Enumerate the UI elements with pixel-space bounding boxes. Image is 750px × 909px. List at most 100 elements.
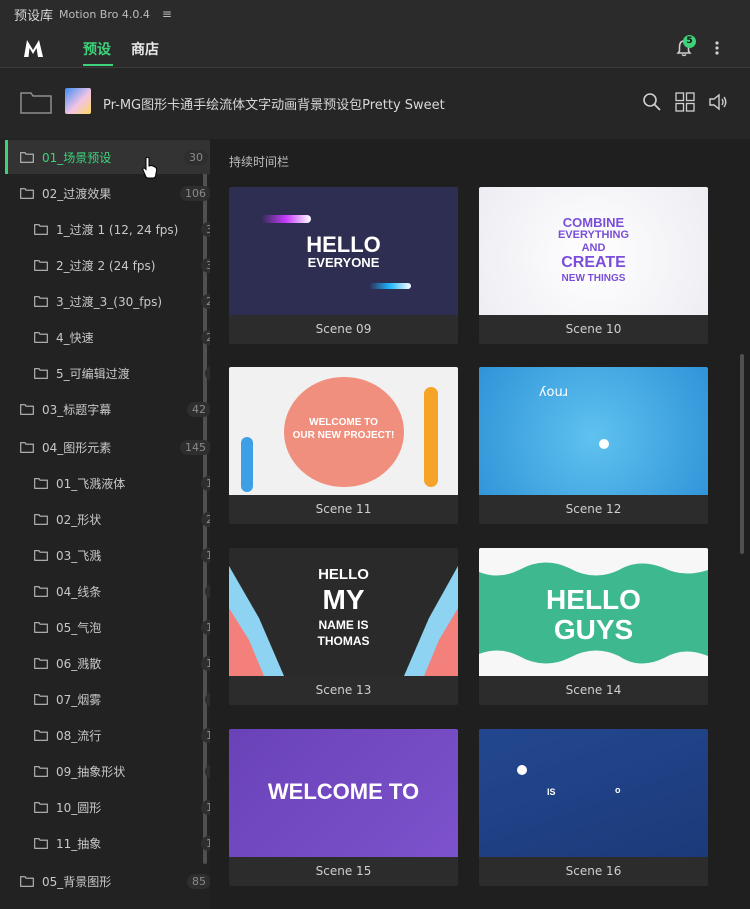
sidebar-item-label: 01_场景预设 xyxy=(42,150,112,165)
tab-store[interactable]: 商店 xyxy=(131,39,159,59)
sidebar-item-label: 06_溅散 xyxy=(56,656,102,671)
sidebar-item-label: 4_快速 xyxy=(56,330,94,345)
folder-icon xyxy=(34,729,48,741)
preset-caption: Scene 11 xyxy=(315,502,372,516)
preset-caption: Scene 10 xyxy=(565,322,622,336)
sidebar-item-label: 5_可编辑过渡 xyxy=(56,366,130,381)
window-titlebar: 预设库 Motion Bro 4.0.4 ≡ xyxy=(0,0,750,28)
sidebar-item[interactable]: 11_抽象 19 xyxy=(5,826,229,860)
thumb-text-line: IS xyxy=(547,787,556,797)
thumb-text-line: GUYS xyxy=(553,614,634,645)
thumb-text-line: HELLO xyxy=(318,566,369,583)
sidebar-item-label: 09_抽象形状 xyxy=(56,764,126,779)
sidebar-item[interactable]: 04_线条 9 xyxy=(5,574,229,608)
sidebar-item[interactable]: 4_快速 21 xyxy=(5,320,229,354)
sidebar-item[interactable]: 03_标题字幕 42 xyxy=(5,392,215,426)
folder-icon xyxy=(34,549,48,561)
active-tab-indicator xyxy=(83,64,113,66)
folder-icon xyxy=(34,585,48,597)
grid-view-icon[interactable] xyxy=(675,92,695,112)
hand-cursor-icon xyxy=(142,156,158,179)
folder-icon xyxy=(34,223,48,235)
sidebar-item-label: 05_背景图形 xyxy=(42,874,112,889)
sidebar-item-label: 02_形状 xyxy=(56,512,102,527)
search-icon[interactable] xyxy=(642,92,662,112)
thumb-text-line: HELLO xyxy=(546,584,641,615)
sidebar-item[interactable]: 1_过渡 1 (12, 24 fps) 32 xyxy=(5,212,229,246)
folder-icon xyxy=(34,765,48,777)
section-title: 持续时间栏 xyxy=(229,155,290,169)
folder-icon xyxy=(20,151,34,163)
preset-thumbnail: WELCOME TO OUR NEW PROJECT! xyxy=(229,367,458,495)
tab-presets[interactable]: 预设 xyxy=(83,39,111,59)
main-scrollbar[interactable] xyxy=(740,354,744,554)
version-label: Motion Bro 4.0.4 xyxy=(59,7,150,21)
preset-card-scene-13[interactable]: HELLO MY NAME IS THOMAS Scene 13 xyxy=(229,548,458,705)
item-count-badge: 106 xyxy=(180,185,211,201)
item-count-badge: 145 xyxy=(180,439,211,455)
sidebar-item-label: 05_气泡 xyxy=(56,620,102,635)
motion-bro-logo-icon xyxy=(24,40,43,57)
preset-thumbnail: HELLO GUYS xyxy=(479,548,708,676)
sidebar-item[interactable]: 05_气泡 13 xyxy=(5,610,229,644)
preset-thumbnail: HELLO EVERYONE xyxy=(229,187,458,315)
notification-badge: 5 xyxy=(683,35,696,48)
preset-card-scene-09[interactable]: HELLO EVERYONE Scene 09 xyxy=(229,187,458,344)
folder-icon xyxy=(34,657,48,669)
thumb-text-line: o xyxy=(615,785,621,795)
sidebar-item[interactable]: 04_图形元素 145 xyxy=(5,430,215,464)
preset-caption: Scene 14 xyxy=(565,683,622,697)
thumb-text-line: CREATE xyxy=(561,254,626,271)
preset-card-scene-15[interactable]: WELCOME TO Scene 15 xyxy=(229,729,458,886)
sidebar-item[interactable]: 02_形状 21 xyxy=(5,502,229,536)
top-navigation: 预设 商店 5 xyxy=(0,28,750,68)
folder-icon xyxy=(20,875,34,887)
panel-menu-icon[interactable]: ≡ xyxy=(162,7,172,21)
sidebar-item[interactable]: 02_过渡效果 106 xyxy=(5,176,215,210)
item-count-badge: 30 xyxy=(184,149,208,165)
preset-card-scene-11[interactable]: WELCOME TO OUR NEW PROJECT! Scene 11 xyxy=(229,367,458,524)
thumb-text-line: OUR NEW PROJECT! xyxy=(292,430,395,441)
sidebar-item[interactable]: 08_流行 13 xyxy=(5,718,229,752)
thumb-text-line: WELCOME TO xyxy=(309,417,378,428)
sidebar-item[interactable]: 2_过渡 2 (24 fps) 32 xyxy=(5,248,229,282)
sidebar-item[interactable]: 10_圆形 12 xyxy=(5,790,229,824)
sidebar-item-label: 11_抽象 xyxy=(56,836,102,851)
preset-card-scene-10[interactable]: COMBINE EVERYTHING AND CREATE NEW THINGS… xyxy=(479,187,708,344)
sidebar-item[interactable]: 01_场景预设 30 xyxy=(5,140,212,174)
folder-icon xyxy=(34,513,48,525)
sidebar-item[interactable]: 5_可编辑过渡 1 xyxy=(5,356,229,390)
item-count-badge: 85 xyxy=(187,873,211,889)
preset-caption: Scene 09 xyxy=(315,322,372,336)
pack-header: Pr-MG图形卡通手绘流体文字动画背景预设包Pretty Sweet xyxy=(0,68,750,140)
sidebar-item[interactable]: 03_飞溅 14 xyxy=(5,538,229,572)
sidebar-item-label: 04_图形元素 xyxy=(42,440,112,455)
sidebar-item-label: 1_过渡 1 (12, 24 fps) xyxy=(56,222,179,237)
sidebar-item-label: 2_过渡 2 (24 fps) xyxy=(56,258,156,273)
preset-card-scene-16[interactable]: IS o Scene 16 xyxy=(479,729,708,886)
thumb-text-line: ʎouɹ xyxy=(538,385,569,400)
preset-caption: Scene 15 xyxy=(315,864,372,878)
preset-card-scene-12[interactable]: ʎouɹ Scene 12 xyxy=(479,367,708,524)
preset-thumbnail: COMBINE EVERYTHING AND CREATE NEW THINGS xyxy=(479,187,708,315)
thumb-text-line: NAME IS xyxy=(318,618,369,632)
folder-icon xyxy=(34,837,48,849)
thumb-text-line: NEW THINGS xyxy=(561,273,626,284)
thumb-text-line: THOMAS xyxy=(317,634,370,648)
sidebar-item[interactable]: 3_过渡_3_(30_fps) 20 xyxy=(5,284,229,318)
pack-thumbnail[interactable] xyxy=(65,88,91,114)
sidebar-item[interactable]: 01_飞溅液体 16 xyxy=(5,466,229,500)
sidebar-item[interactable]: 09_抽象形状 9 xyxy=(5,754,229,788)
preset-thumbnail: ʎouɹ xyxy=(479,367,708,495)
sidebar-item[interactable]: 07_烟雾 9 xyxy=(5,682,229,716)
preset-caption: Scene 13 xyxy=(315,683,372,697)
more-options-icon[interactable] xyxy=(712,39,722,57)
folder-icon xyxy=(34,801,48,813)
volume-icon[interactable] xyxy=(708,92,728,112)
folder-icon[interactable] xyxy=(20,90,52,114)
folder-icon xyxy=(34,693,48,705)
folder-icon xyxy=(34,259,48,271)
preset-card-scene-14[interactable]: HELLO GUYS Scene 14 xyxy=(479,548,708,705)
sidebar-item[interactable]: 05_背景图形 85 xyxy=(5,864,215,898)
sidebar-item[interactable]: 06_溅散 10 xyxy=(5,646,229,680)
